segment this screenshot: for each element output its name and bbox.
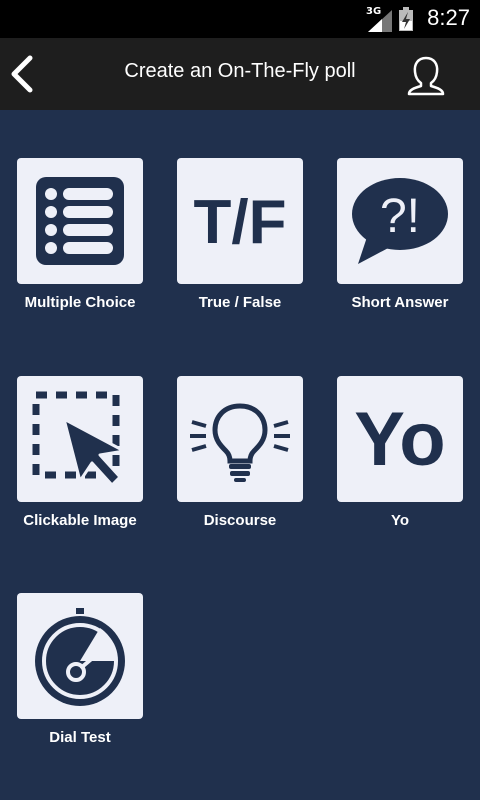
tile-label: Short Answer: [351, 294, 449, 311]
tile-true-false[interactable]: T/F True / False: [160, 158, 320, 311]
status-bar: 3G 8:27: [0, 0, 480, 38]
tile-label: True / False: [198, 294, 282, 311]
tile-label: Discourse: [203, 512, 277, 529]
tile-short-answer[interactable]: ?! Short Answer: [320, 158, 480, 311]
dial-test-card: [17, 593, 143, 719]
yo-card: Yo: [337, 376, 463, 502]
speech-bubble-icon: ?!: [352, 178, 448, 264]
dial-gauge-icon: [35, 608, 125, 706]
signal-icon: [368, 10, 392, 32]
user-icon: [407, 56, 445, 96]
short-answer-card: ?!: [337, 158, 463, 284]
true-false-card: T/F: [177, 158, 303, 284]
list-icon: [36, 177, 124, 265]
multiple-choice-card: [17, 158, 143, 284]
yo-icon: Yo: [354, 399, 445, 479]
tile-clickable-image[interactable]: Clickable Image: [0, 376, 160, 529]
tile-label: Dial Test: [49, 729, 111, 746]
tile-label: Clickable Image: [23, 512, 137, 529]
tile-multiple-choice[interactable]: Multiple Choice: [0, 158, 160, 311]
tile-discourse[interactable]: Discourse: [160, 376, 320, 529]
true-false-glyph: T/F: [194, 188, 287, 257]
tile-label: Multiple Choice: [24, 294, 136, 311]
tile-yo[interactable]: Yo Yo: [320, 376, 480, 529]
profile-button[interactable]: [402, 52, 450, 100]
short-answer-glyph: ?!: [380, 190, 420, 243]
lightbulb-icon: [190, 403, 290, 482]
discourse-card: [177, 376, 303, 502]
tile-dial-test[interactable]: Dial Test: [0, 593, 160, 746]
app-bar: Create an On-The-Fly poll: [0, 38, 480, 110]
clock: 8:27: [427, 5, 470, 30]
battery-icon: [399, 7, 413, 31]
tile-label: Yo: [390, 512, 410, 529]
yo-glyph: Yo: [354, 399, 445, 479]
cursor-selection-icon: [32, 391, 126, 487]
true-false-icon: T/F: [194, 188, 287, 257]
clickable-image-card: [17, 376, 143, 502]
